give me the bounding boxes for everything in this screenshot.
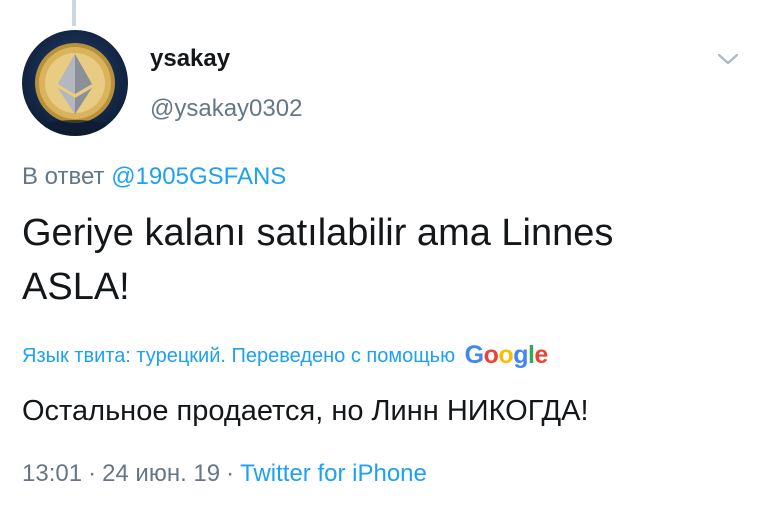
translation-attribution: Язык твита: турецкий. Переведено с помощ… [22,341,548,370]
google-logo-letter: e [534,341,548,369]
google-logo-letter: G [464,341,484,369]
reply-context: В ответ @1905GSFANS [22,163,286,191]
user-display-name[interactable]: ysakay [150,45,230,73]
tweet-text: Geriye kalanı satılabilir ama Linnes ASL… [22,212,614,308]
google-logo-letter: g [513,341,528,369]
google-logo-letter: o [498,341,514,369]
tweet-date: 24 июн. 19 [102,460,221,487]
reply-prefix: В ответ [22,163,105,190]
thread-connector-line [72,0,76,26]
tweet-meta: 13:01 · 24 июн. 19 · Twitter for iPhone [22,460,427,488]
tweet-source-link[interactable]: Twitter for iPhone [240,460,427,487]
tweet-time: 13:01 [22,460,83,487]
separator: · [88,460,97,487]
google-logo: Google [464,341,549,369]
user-handle[interactable]: @ysakay0302 [150,95,302,123]
translated-text: Остальное продается, но Линн НИКОГДА! [22,395,589,427]
translation-label: Язык твита: турецкий. Переведено с помощ… [22,345,456,367]
avatar[interactable] [22,30,128,136]
reply-to-handle-link[interactable]: @1905GSFANS [111,163,286,190]
chevron-down-icon[interactable] [716,50,740,68]
ethereum-coin-icon [35,43,115,136]
google-logo-letter: o [483,341,499,369]
separator: · [226,460,235,487]
